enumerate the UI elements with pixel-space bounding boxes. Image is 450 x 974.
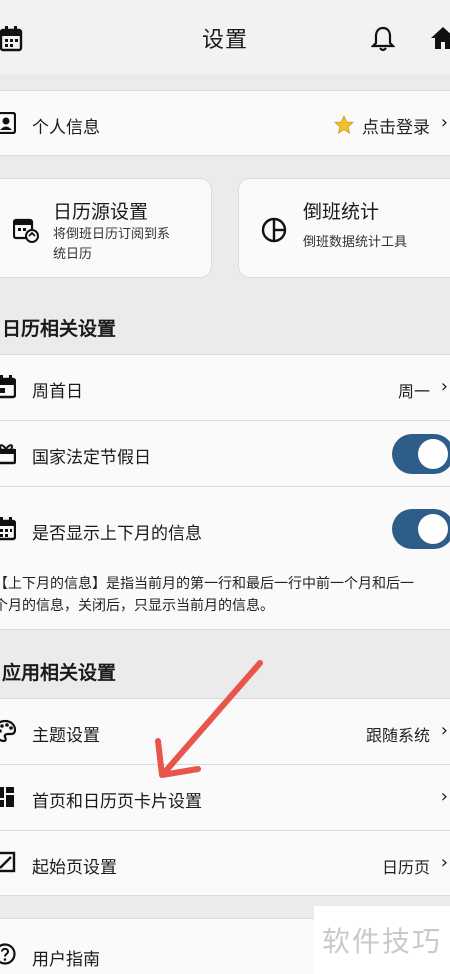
personal-info-row[interactable]: 个人信息 点击登录 › [0,90,450,156]
app-section-heading: 应用相关设置 [2,662,117,684]
card-settings-label: 首页和日历页卡片设置 [32,792,202,812]
adjacent-month-note-1: 【上下月的信息】是指当前月的第一行和最后一行中前一个月和后一 [0,576,414,592]
adjacent-month-note-2: 个月的信息，关闭后，只显示当前月的信息。 [0,598,274,614]
chevron-right-icon: › [440,112,448,133]
holidays-toggle[interactable] [392,434,450,474]
week-start-value: 周一 [397,382,430,401]
calendar-month-icon [0,517,16,541]
adjacent-month-label: 是否显示上下月的信息 [32,524,202,544]
holidays-label: 国家法定节假日 [32,448,151,468]
bell-icon[interactable] [371,26,395,52]
home-icon[interactable] [430,26,450,50]
theme-label: 主题设置 [32,726,100,746]
pie-chart-icon [261,217,287,243]
edit-square-icon [0,851,16,873]
gift-icon [0,444,16,465]
shift-stats-title: 倒班统计 [303,201,380,223]
holidays-row: 国家法定节假日 [0,420,450,486]
chevron-right-icon: › [440,376,448,397]
week-start-row[interactable]: 周首日 周一 › [0,354,450,420]
user-guide-label: 用户指南 [32,950,100,970]
personal-info-label: 个人信息 [32,118,100,138]
start-page-label: 起始页设置 [32,858,117,878]
chevron-right-icon: › [440,720,448,741]
adjacent-month-toggle[interactable] [392,509,450,549]
adjacent-month-row: 是否显示上下月的信息 【上下月的信息】是指当前月的第一行和最后一行中前一个月和后… [0,486,450,630]
login-link[interactable]: 点击登录 [362,113,430,138]
calendar-section-heading: 日历相关设置 [2,318,117,340]
calendar-source-card[interactable]: 日历源设置 将倒班日历订阅到系 统日历 [0,178,212,278]
dashboard-icon [0,787,14,807]
chevron-right-icon: › [440,852,448,873]
calendar-today-icon [0,375,16,399]
star-icon [334,115,354,134]
shift-stats-subtitle: 倒班数据统计工具 [303,235,408,250]
top-bar: 设置 [0,0,450,74]
calendar-source-title: 日历源设置 [53,201,149,223]
calendar-source-subtitle-1: 将倒班日历订阅到系 [53,227,171,242]
start-page-row[interactable]: 起始页设置 日历页 › [0,830,450,896]
help-circle-icon [0,943,16,965]
shift-stats-card[interactable]: 倒班统计 倒班数据统计工具 [238,178,450,278]
calendar-source-subtitle-2: 统日历 [53,247,93,262]
watermark: 软件技巧 [314,906,450,974]
annotation-arrow [155,660,263,778]
theme-value: 跟随系统 [365,726,430,745]
calendar-sync-icon [13,218,39,243]
palette-icon [0,719,16,743]
start-page-value: 日历页 [381,858,430,877]
chevron-right-icon: › [440,786,448,807]
week-start-label: 周首日 [32,382,83,402]
id-card-icon [0,112,16,134]
